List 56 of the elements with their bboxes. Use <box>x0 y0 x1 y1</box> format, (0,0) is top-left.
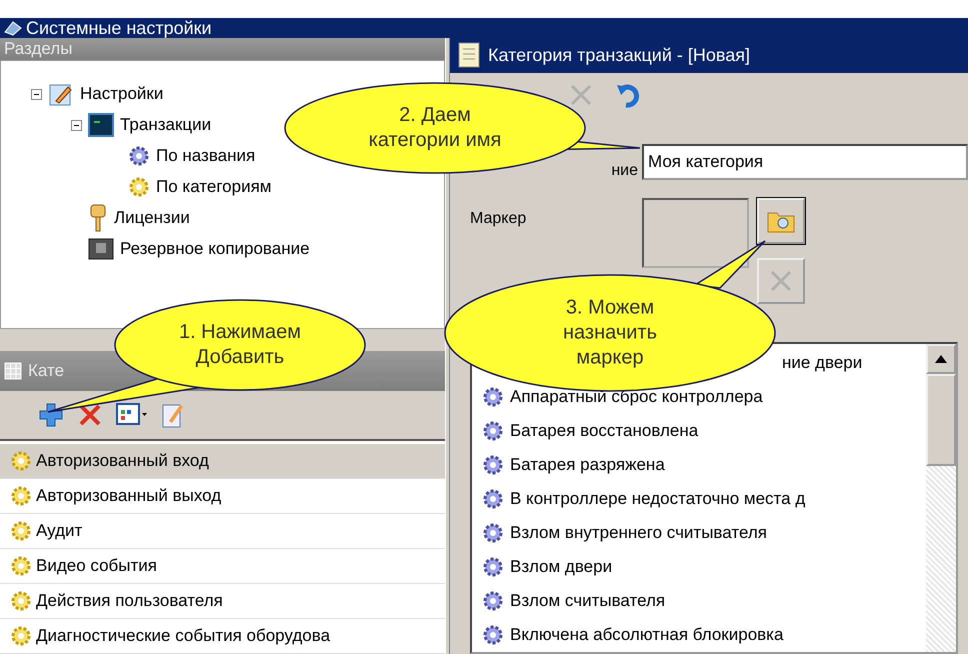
tree-item[interactable]: По названия <box>156 146 256 166</box>
list-item[interactable]: Батарея восстановлена <box>472 414 926 448</box>
list-item[interactable]: Аппаратный сброс контроллера <box>472 380 926 414</box>
expander-icon[interactable] <box>71 120 82 131</box>
list-item[interactable]: Взлом внутреннего считывателя <box>472 516 926 550</box>
tree-item[interactable]: Настройки <box>80 84 164 104</box>
callout-text: 1. Нажимаем Добавить <box>178 320 302 370</box>
field-label: ние <box>611 162 638 180</box>
list-item[interactable]: Взлом считывателя <box>472 584 926 618</box>
scroll-up-icon[interactable] <box>935 355 947 363</box>
gear-icon <box>482 624 504 646</box>
panel-title: Кате <box>28 361 64 382</box>
scrollbar[interactable] <box>926 344 956 652</box>
gear-icon <box>10 520 32 542</box>
gear-icon <box>482 488 504 510</box>
gear-icon <box>10 450 32 472</box>
list-item[interactable]: Включена абсолютная блокировка <box>472 618 926 652</box>
gear-icon <box>128 176 150 198</box>
gear-icon <box>482 522 504 544</box>
close-icon <box>770 270 792 292</box>
gear-icon <box>482 386 504 408</box>
callout-text: 2. Даем категории имя <box>368 103 502 153</box>
table-icon[interactable] <box>116 403 148 428</box>
gear-icon <box>128 145 150 168</box>
grid-icon <box>4 362 22 380</box>
gear-icon <box>482 590 504 612</box>
list-row[interactable]: Авторизованный вход <box>0 444 445 479</box>
gear-icon <box>482 556 504 578</box>
panel-title: Разделы <box>4 38 72 59</box>
key-icon <box>88 204 108 232</box>
tree-item[interactable]: Лицензии <box>114 208 190 228</box>
tree-item[interactable]: Резервное копирование <box>120 239 310 260</box>
editor-title: Категория транзакций - [Новая] <box>488 44 750 66</box>
gear-icon <box>10 624 32 647</box>
app-icon <box>4 20 22 36</box>
gear-icon <box>10 554 32 577</box>
window-title: Системные настройки <box>26 18 212 38</box>
delete-icon[interactable] <box>78 403 102 428</box>
list-item[interactable]: Батарея разряжена <box>472 448 926 482</box>
expander-icon[interactable] <box>31 88 42 100</box>
list-item[interactable]: Взлом двери <box>472 550 926 584</box>
browse-button[interactable] <box>757 198 805 244</box>
name-input[interactable]: Моя категория <box>642 144 968 180</box>
list-item[interactable]: ние двери <box>782 353 862 373</box>
document-icon <box>458 42 480 68</box>
plus-icon[interactable] <box>38 402 64 428</box>
tree-item[interactable]: Транзакции <box>120 115 212 136</box>
gear-icon <box>482 454 504 476</box>
field-label: Маркер <box>470 210 526 228</box>
monitor-icon <box>88 113 114 138</box>
callout-text: 3. Можем назначить маркер <box>563 296 657 370</box>
gear-icon <box>482 420 504 442</box>
list-item[interactable]: В контроллере недостаточно места д <box>472 482 926 516</box>
gear-icon <box>10 484 32 507</box>
gear-icon <box>10 590 32 612</box>
tree-item[interactable]: По категориям <box>156 177 272 198</box>
